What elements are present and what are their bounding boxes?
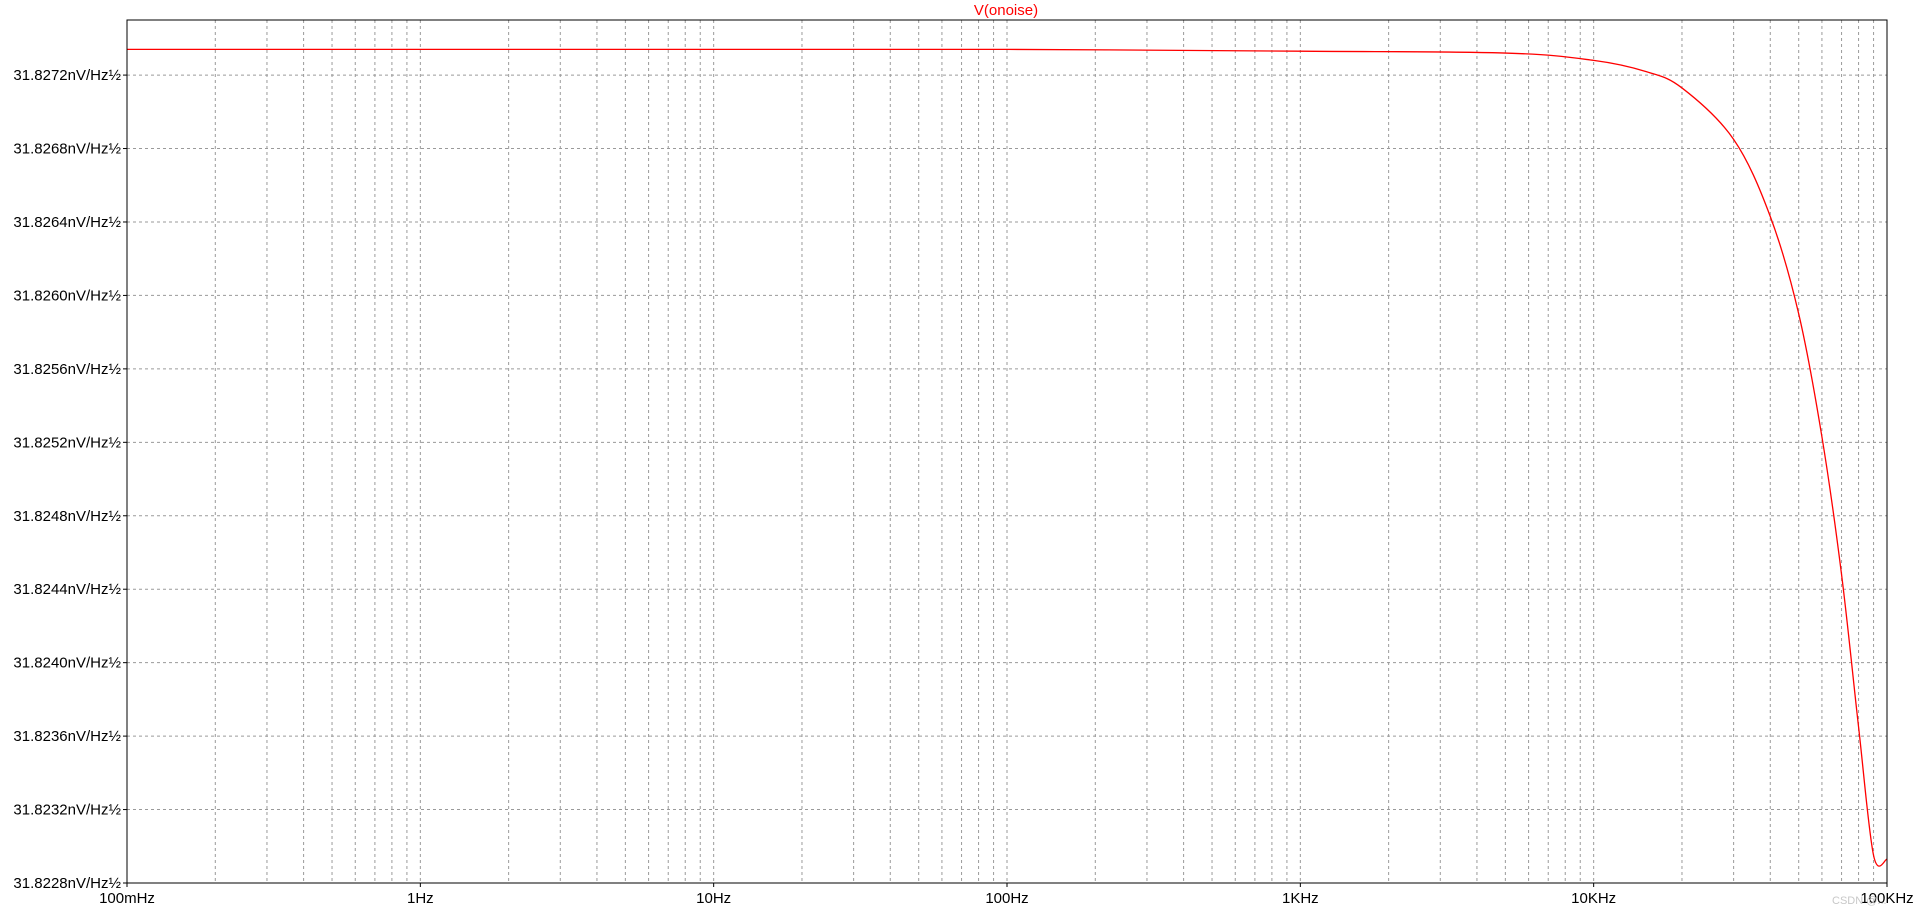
- x-tick-label: 1Hz: [407, 890, 434, 907]
- y-tick-label: 31.8260nV/Hz½: [13, 287, 121, 304]
- watermark: CSDN @...: [1832, 895, 1887, 907]
- x-tick-label: 10Hz: [696, 890, 731, 907]
- x-tick-label: 100mHz: [99, 890, 155, 907]
- x-tick-label: 100Hz: [985, 890, 1028, 907]
- y-tick-label: 31.8272nV/Hz½: [13, 67, 121, 84]
- y-tick-label: 31.8240nV/Hz½: [13, 655, 121, 672]
- noise-plot: 31.8272nV/Hz½ 31.8268nV/Hz½ 31.8264nV/Hz½ 3…: [0, 0, 1916, 914]
- chart-title: V(onoise): [974, 2, 1038, 19]
- y-tick-label: 31.8236nV/Hz½: [13, 728, 121, 745]
- y-tick-label: 31.8244nV/Hz½: [13, 581, 121, 598]
- plot-background: [0, 0, 1916, 914]
- y-tick-label: 31.8252nV/Hz½: [13, 434, 121, 451]
- y-tick-label: 31.8248nV/Hz½: [13, 508, 121, 525]
- y-tick-label: 31.8268nV/Hz½: [13, 141, 121, 158]
- y-tick-label: 31.8232nV/Hz½: [13, 802, 121, 819]
- y-tick-label: 31.8256nV/Hz½: [13, 361, 121, 378]
- x-tick-label: 1KHz: [1282, 890, 1319, 907]
- x-tick-label: 10KHz: [1571, 890, 1616, 907]
- y-tick-label: 31.8264nV/Hz½: [13, 214, 121, 231]
